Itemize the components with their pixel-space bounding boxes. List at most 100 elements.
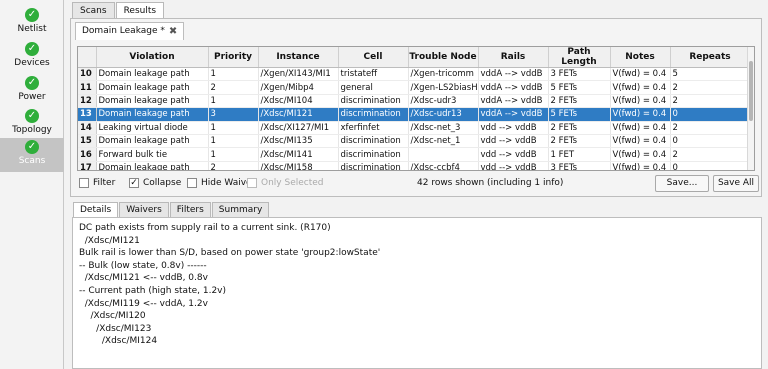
tab-filters[interactable]: Filters <box>169 202 211 217</box>
save-button[interactable]: Save... <box>655 175 709 192</box>
detail-line: Bulk rail is lower than S/D, based on po… <box>79 248 381 259</box>
column-header[interactable]: Path Length <box>548 47 611 68</box>
cell-violation: Domain leakage path <box>96 94 209 109</box>
cell-rails: vdd --> vddB <box>478 121 549 135</box>
cell-cell: tristateff <box>338 67 409 82</box>
column-header[interactable]: Cell <box>338 47 409 68</box>
table-row[interactable]: 13 Domain leakage path 3/Xdsc/MI121 discrim… <box>78 107 751 122</box>
detail-line: -- Bulk (low state, 0.8v) ------ <box>79 260 207 271</box>
tab-results[interactable]: Results <box>115 2 165 19</box>
table-row[interactable]: 15 Domain leakage path 1/Xdsc/MI135 discrim… <box>78 134 751 149</box>
cell-rails: vdd --> vddB <box>478 134 549 149</box>
nav-label: Netlist <box>17 24 47 34</box>
table-row[interactable]: 14 Leaking virtual diode 1/Xdsc/XI127/MI1 x… <box>78 121 751 135</box>
table-scrollbar[interactable] <box>747 47 754 170</box>
cell-repeats: 0 <box>670 134 751 149</box>
check-icon: ✓ <box>25 8 39 22</box>
detail-line: /Xdsc/MI123 <box>79 323 152 334</box>
tab-summary[interactable]: Summary <box>211 202 270 217</box>
cell-instance: /Xdsc/MI141 <box>258 147 339 162</box>
cell-node: /Xgen-tricomm <box>408 67 479 82</box>
cell-violation: Leaking virtual diode <box>96 121 209 135</box>
details-panel: DC path exists from supply rail to a cur… <box>72 217 762 369</box>
tab-details[interactable]: Details <box>73 202 119 217</box>
cell-path: 3 FETs <box>548 161 611 170</box>
table-row[interactable]: 17 Domain leakage path 2/Xdsc/MI158 discrim… <box>78 161 751 170</box>
table-row[interactable]: 12 Domain leakage path 1/Xdsc/MI104 discrim… <box>78 94 751 109</box>
column-header[interactable]: Instance <box>258 47 339 68</box>
cell-rails: vddA --> vddB <box>478 80 549 95</box>
only-selected-checkbox[interactable] <box>247 178 257 188</box>
row-number: 15 <box>78 134 97 149</box>
tab-label: Domain Leakage * <box>82 26 165 36</box>
nav-item-netlist[interactable]: ✓ Netlist <box>0 6 64 40</box>
only-selected-label: Only Selected <box>261 178 324 188</box>
check-icon: ✓ <box>25 42 39 56</box>
cell-priority: 3 <box>208 107 259 122</box>
scrollbar-thumb[interactable] <box>749 61 753 121</box>
column-header[interactable]: Rails <box>478 47 549 68</box>
cell-rails: vdd --> vddB <box>478 147 549 162</box>
close-icon[interactable]: ✖ <box>169 23 177 40</box>
cell-notes: V(fwd) = 0.4 <box>610 121 671 135</box>
cell-notes: V(fwd) = 0.4 <box>610 67 671 82</box>
column-header[interactable]: Notes <box>610 47 671 68</box>
filter-bar: Filter ✓ Collapse Hide Waived Only Selec… <box>77 174 759 194</box>
cell-path: 2 FETs <box>548 94 611 109</box>
cell-violation: Domain leakage path <box>96 134 209 149</box>
nav-item-topology[interactable]: ✓ Topology <box>0 107 64 141</box>
nav-item-power[interactable]: ✓ Power <box>0 74 64 108</box>
detail-line: /Xdsc/MI120 <box>79 311 146 322</box>
column-header[interactable]: Priority <box>208 47 259 68</box>
table-row[interactable]: 16 Forward bulk tie 1/Xdsc/MI141 discrimina… <box>78 147 751 162</box>
detail-line: /Xdsc/MI124 <box>79 336 158 347</box>
cell-notes: V(fwd) = 0.4 <box>610 94 671 109</box>
cell-node: /Xdsc-ccbf4 <box>408 161 479 170</box>
cell-instance: /Xgen/Mibp4 <box>258 80 339 95</box>
nav-item-devices[interactable]: ✓ Devices <box>0 40 64 74</box>
cell-instance: /Xdsc/MI135 <box>258 134 339 149</box>
check-icon: ✓ <box>25 140 39 154</box>
cell-notes: V(fwd) = 0.4 <box>610 147 671 162</box>
detail-line: /Xdsc/MI121 <-- vddB, 0.8v <box>79 273 208 284</box>
table-row[interactable]: 10 Domain leakage path 1/Xgen/XI143/MI1 tri… <box>78 67 751 82</box>
cell-node: /Xgen-LS2biasH <box>408 80 479 95</box>
rows-shown-status: 42 rows shown (including 1 info) <box>417 178 564 188</box>
column-header[interactable]: Repeats <box>670 47 751 68</box>
cell-path: 3 FETs <box>548 67 611 82</box>
cell-priority: 2 <box>208 161 259 170</box>
results-table: Violation Priority Instance Cell Trouble… <box>77 46 755 171</box>
nav-label: Devices <box>14 58 50 68</box>
cell-violation: Domain leakage path <box>96 80 209 95</box>
corner-header <box>78 47 97 68</box>
cell-node <box>408 147 479 162</box>
lower-tab-bar: Details Waivers Filters Summary <box>73 202 270 217</box>
cell-instance: /Xdsc/MI158 <box>258 161 339 170</box>
hide-waived-checkbox[interactable] <box>187 178 197 188</box>
column-header[interactable]: Trouble Node <box>408 47 479 68</box>
cell-rails: vdd --> vddB <box>478 161 549 170</box>
filter-checkbox[interactable] <box>79 178 89 188</box>
cell-cell: discrimination <box>338 147 409 162</box>
table-row[interactable]: 11 Domain leakage path 2/Xgen/Mibp4 general… <box>78 80 751 95</box>
column-header[interactable]: Violation <box>96 47 209 68</box>
collapse-checkbox[interactable]: ✓ <box>129 178 139 188</box>
row-number: 12 <box>78 94 97 109</box>
nav-label: Power <box>18 92 46 102</box>
cell-path: 1 FET <box>548 147 611 162</box>
tab-domain-leakage[interactable]: Domain Leakage * ✖ <box>75 22 185 40</box>
save-all-button[interactable]: Save All <box>713 175 759 192</box>
row-number: 13 <box>78 107 97 122</box>
tab-waivers[interactable]: Waivers <box>119 202 169 217</box>
cell-cell: discrimination <box>338 134 409 149</box>
cell-cell: general <box>338 80 409 95</box>
left-navigation: ✓ Netlist ✓ Devices ✓ Power ✓ Topology ✓… <box>0 0 64 369</box>
row-number: 17 <box>78 161 97 170</box>
cell-cell: discrimination <box>338 161 409 170</box>
table-header-row: Violation Priority Instance Cell Trouble… <box>78 47 751 68</box>
detail-line: /Xdsc/MI121 <box>79 235 140 246</box>
cell-path: 2 FETs <box>548 121 611 135</box>
filter-label: Filter <box>93 178 116 188</box>
tab-scans[interactable]: Scans <box>72 2 115 19</box>
nav-item-scans[interactable]: ✓ Scans <box>0 138 64 172</box>
